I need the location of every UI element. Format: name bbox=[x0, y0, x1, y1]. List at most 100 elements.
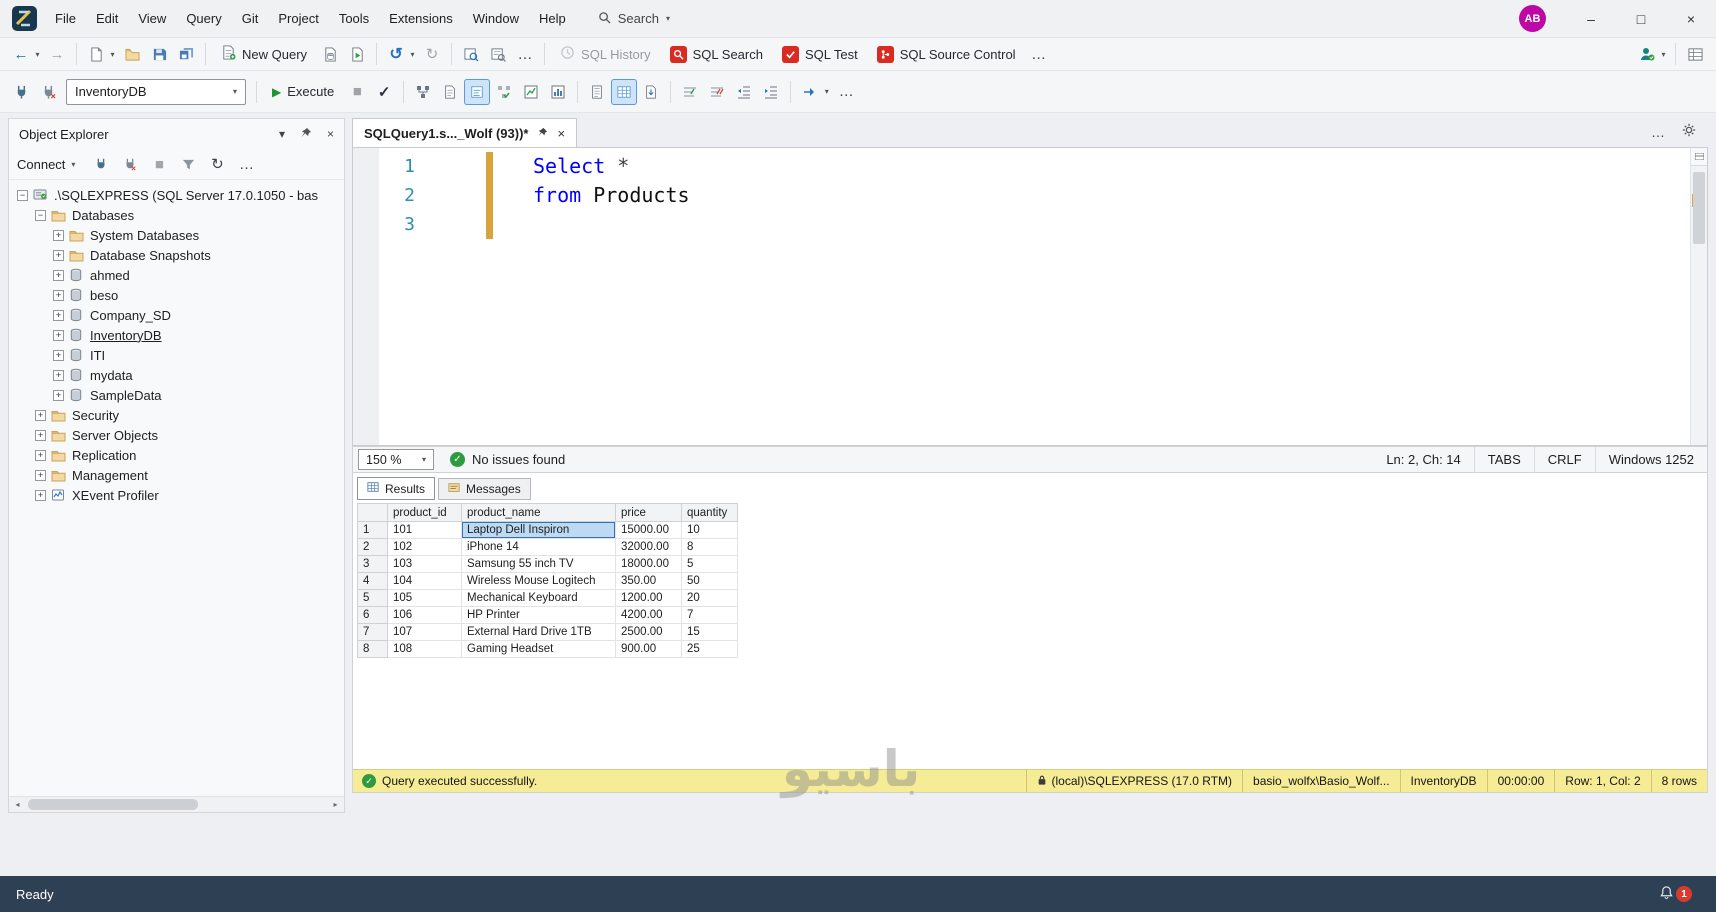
menu-tools[interactable]: Tools bbox=[329, 0, 379, 37]
execute-button[interactable]: ▶ Execute bbox=[263, 78, 343, 106]
tree-item-database-snapshots[interactable]: + Database Snapshots bbox=[9, 245, 344, 265]
code-line[interactable]: from Products bbox=[425, 181, 1690, 210]
disconnect-icon[interactable] bbox=[117, 151, 143, 177]
chevron-down-icon[interactable]: ▾ bbox=[821, 87, 832, 96]
expand-icon[interactable]: + bbox=[53, 269, 64, 281]
grid-cell[interactable]: 106 bbox=[387, 606, 462, 624]
grid-cell[interactable]: 104 bbox=[387, 572, 462, 590]
undo-icon[interactable]: ↺ bbox=[383, 41, 409, 67]
sql-history-button[interactable]: SQL History bbox=[551, 40, 660, 68]
grid-cell[interactable]: 7 bbox=[681, 606, 738, 624]
tab-results[interactable]: Results bbox=[357, 477, 436, 500]
close-tab-icon[interactable]: × bbox=[557, 126, 565, 141]
grid-cell[interactable]: 103 bbox=[387, 555, 462, 573]
grid-cell[interactable]: 15 bbox=[681, 623, 738, 641]
document-database-icon[interactable] bbox=[317, 41, 343, 67]
minimize-button[interactable]: – bbox=[1566, 0, 1616, 37]
grid-cell[interactable]: Laptop Dell Inspiron bbox=[461, 521, 616, 539]
tree-item-beso[interactable]: + beso bbox=[9, 285, 344, 305]
tree-item-inventorydb[interactable]: + InventoryDB bbox=[9, 325, 344, 345]
code-line[interactable]: Select * bbox=[425, 152, 1690, 181]
client-stats-icon[interactable] bbox=[545, 79, 571, 105]
tree-item-databases[interactable]: − Databases bbox=[9, 205, 344, 225]
grid-cell[interactable]: Mechanical Keyboard bbox=[461, 589, 616, 607]
sql-test-button[interactable]: SQL Test bbox=[773, 40, 867, 68]
live-query-stats-icon[interactable] bbox=[518, 79, 544, 105]
navigate-back-icon[interactable]: ← bbox=[8, 41, 34, 67]
menu-query[interactable]: Query bbox=[176, 0, 231, 37]
zoom-selector[interactable]: 150 % ▾ bbox=[358, 449, 434, 470]
menu-edit[interactable]: Edit bbox=[86, 0, 128, 37]
grid-corner-header[interactable] bbox=[357, 503, 388, 522]
display-estimated-plan-icon[interactable] bbox=[410, 79, 436, 105]
zoom-box-icon[interactable] bbox=[485, 41, 511, 67]
more-icon[interactable]: … bbox=[512, 41, 538, 67]
grid-cell[interactable]: 25 bbox=[681, 640, 738, 658]
connect-object-explorer-icon[interactable] bbox=[88, 151, 114, 177]
grid-column-header-quantity[interactable]: quantity bbox=[681, 503, 738, 522]
grid-row-header[interactable]: 1 bbox=[357, 521, 388, 539]
grid-column-header-product_id[interactable]: product_id bbox=[387, 503, 462, 522]
scrollbar-thumb[interactable] bbox=[1693, 172, 1705, 244]
grid-cell[interactable]: 101 bbox=[387, 521, 462, 539]
search-box[interactable]: Search ▾ bbox=[598, 11, 670, 27]
code-area[interactable]: Select * from Products bbox=[425, 148, 1690, 445]
menu-git[interactable]: Git bbox=[232, 0, 269, 37]
grid-cell[interactable]: 900.00 bbox=[615, 640, 682, 658]
grid-cell[interactable]: External Hard Drive 1TB bbox=[461, 623, 616, 641]
grid-cell[interactable]: 10 bbox=[681, 521, 738, 539]
object-explorer-header[interactable]: Object Explorer ▾ × bbox=[9, 119, 344, 149]
tree-item-management[interactable]: + Management bbox=[9, 465, 344, 485]
expand-icon[interactable]: + bbox=[35, 409, 46, 421]
grid-cell[interactable]: Wireless Mouse Logitech bbox=[461, 572, 616, 590]
grid-row-header[interactable]: 6 bbox=[357, 606, 388, 624]
open-file-icon[interactable] bbox=[119, 41, 145, 67]
expand-icon[interactable]: + bbox=[35, 449, 46, 461]
redo-icon[interactable]: ↻ bbox=[419, 41, 445, 67]
user-connection-icon[interactable] bbox=[1634, 41, 1660, 67]
chevron-down-icon[interactable]: ▾ bbox=[1658, 50, 1669, 59]
split-editor-icon[interactable] bbox=[1691, 148, 1707, 166]
grid-column-header-price[interactable]: price bbox=[615, 503, 682, 522]
cancel-query-icon[interactable]: ■ bbox=[344, 79, 370, 105]
tree-item-server-objects[interactable]: + Server Objects bbox=[9, 425, 344, 445]
intellisense-enabled-icon[interactable] bbox=[464, 78, 491, 105]
tree-item-iti[interactable]: + ITI bbox=[9, 345, 344, 365]
horizontal-scrollbar[interactable]: ◂ ▸ bbox=[9, 796, 344, 812]
tree-item-mydata[interactable]: + mydata bbox=[9, 365, 344, 385]
menu-file[interactable]: File bbox=[45, 0, 86, 37]
save-icon[interactable] bbox=[146, 41, 172, 67]
new-file-icon[interactable] bbox=[83, 41, 109, 67]
results-to-text-icon[interactable] bbox=[584, 79, 610, 105]
grid-cell[interactable]: 5 bbox=[681, 555, 738, 573]
grid-cell[interactable]: 32000.00 bbox=[615, 538, 682, 556]
grid-row-header[interactable]: 4 bbox=[357, 572, 388, 590]
grid-cell[interactable]: 107 bbox=[387, 623, 462, 641]
grid-cell[interactable]: 350.00 bbox=[615, 572, 682, 590]
change-connection-icon[interactable] bbox=[35, 79, 61, 105]
results-to-grid-icon[interactable] bbox=[611, 78, 638, 105]
grid-row-header[interactable]: 8 bbox=[357, 640, 388, 658]
connect-plug-icon[interactable] bbox=[8, 79, 34, 105]
tree-item-replication[interactable]: + Replication bbox=[9, 445, 344, 465]
expand-icon[interactable]: + bbox=[35, 489, 46, 501]
sql-code-editor[interactable]: 123 Select * from Products bbox=[352, 147, 1708, 446]
tree-item-sampledata[interactable]: + SampleData bbox=[9, 385, 344, 405]
grid-cell[interactable]: 4200.00 bbox=[615, 606, 682, 624]
vertical-scrollbar[interactable] bbox=[1690, 148, 1707, 445]
grid-cell[interactable]: iPhone 14 bbox=[461, 538, 616, 556]
grid-row-header[interactable]: 3 bbox=[357, 555, 388, 573]
grid-cell[interactable]: HP Printer bbox=[461, 606, 616, 624]
sql-source-control-button[interactable]: SQL Source Control bbox=[868, 40, 1025, 68]
tree-item-system-databases[interactable]: + System Databases bbox=[9, 225, 344, 245]
menu-view[interactable]: View bbox=[128, 0, 176, 37]
tree-item-ahmed[interactable]: + ahmed bbox=[9, 265, 344, 285]
settings-gear-icon[interactable] bbox=[1682, 123, 1696, 140]
pin-icon[interactable] bbox=[300, 127, 312, 142]
grid-cell[interactable]: 102 bbox=[387, 538, 462, 556]
table-properties-icon[interactable] bbox=[1682, 41, 1708, 67]
scroll-left-icon[interactable]: ◂ bbox=[9, 800, 26, 809]
grid-cell[interactable]: 20 bbox=[681, 589, 738, 607]
maximize-button[interactable]: □ bbox=[1616, 0, 1666, 37]
expand-icon[interactable]: + bbox=[53, 329, 64, 341]
